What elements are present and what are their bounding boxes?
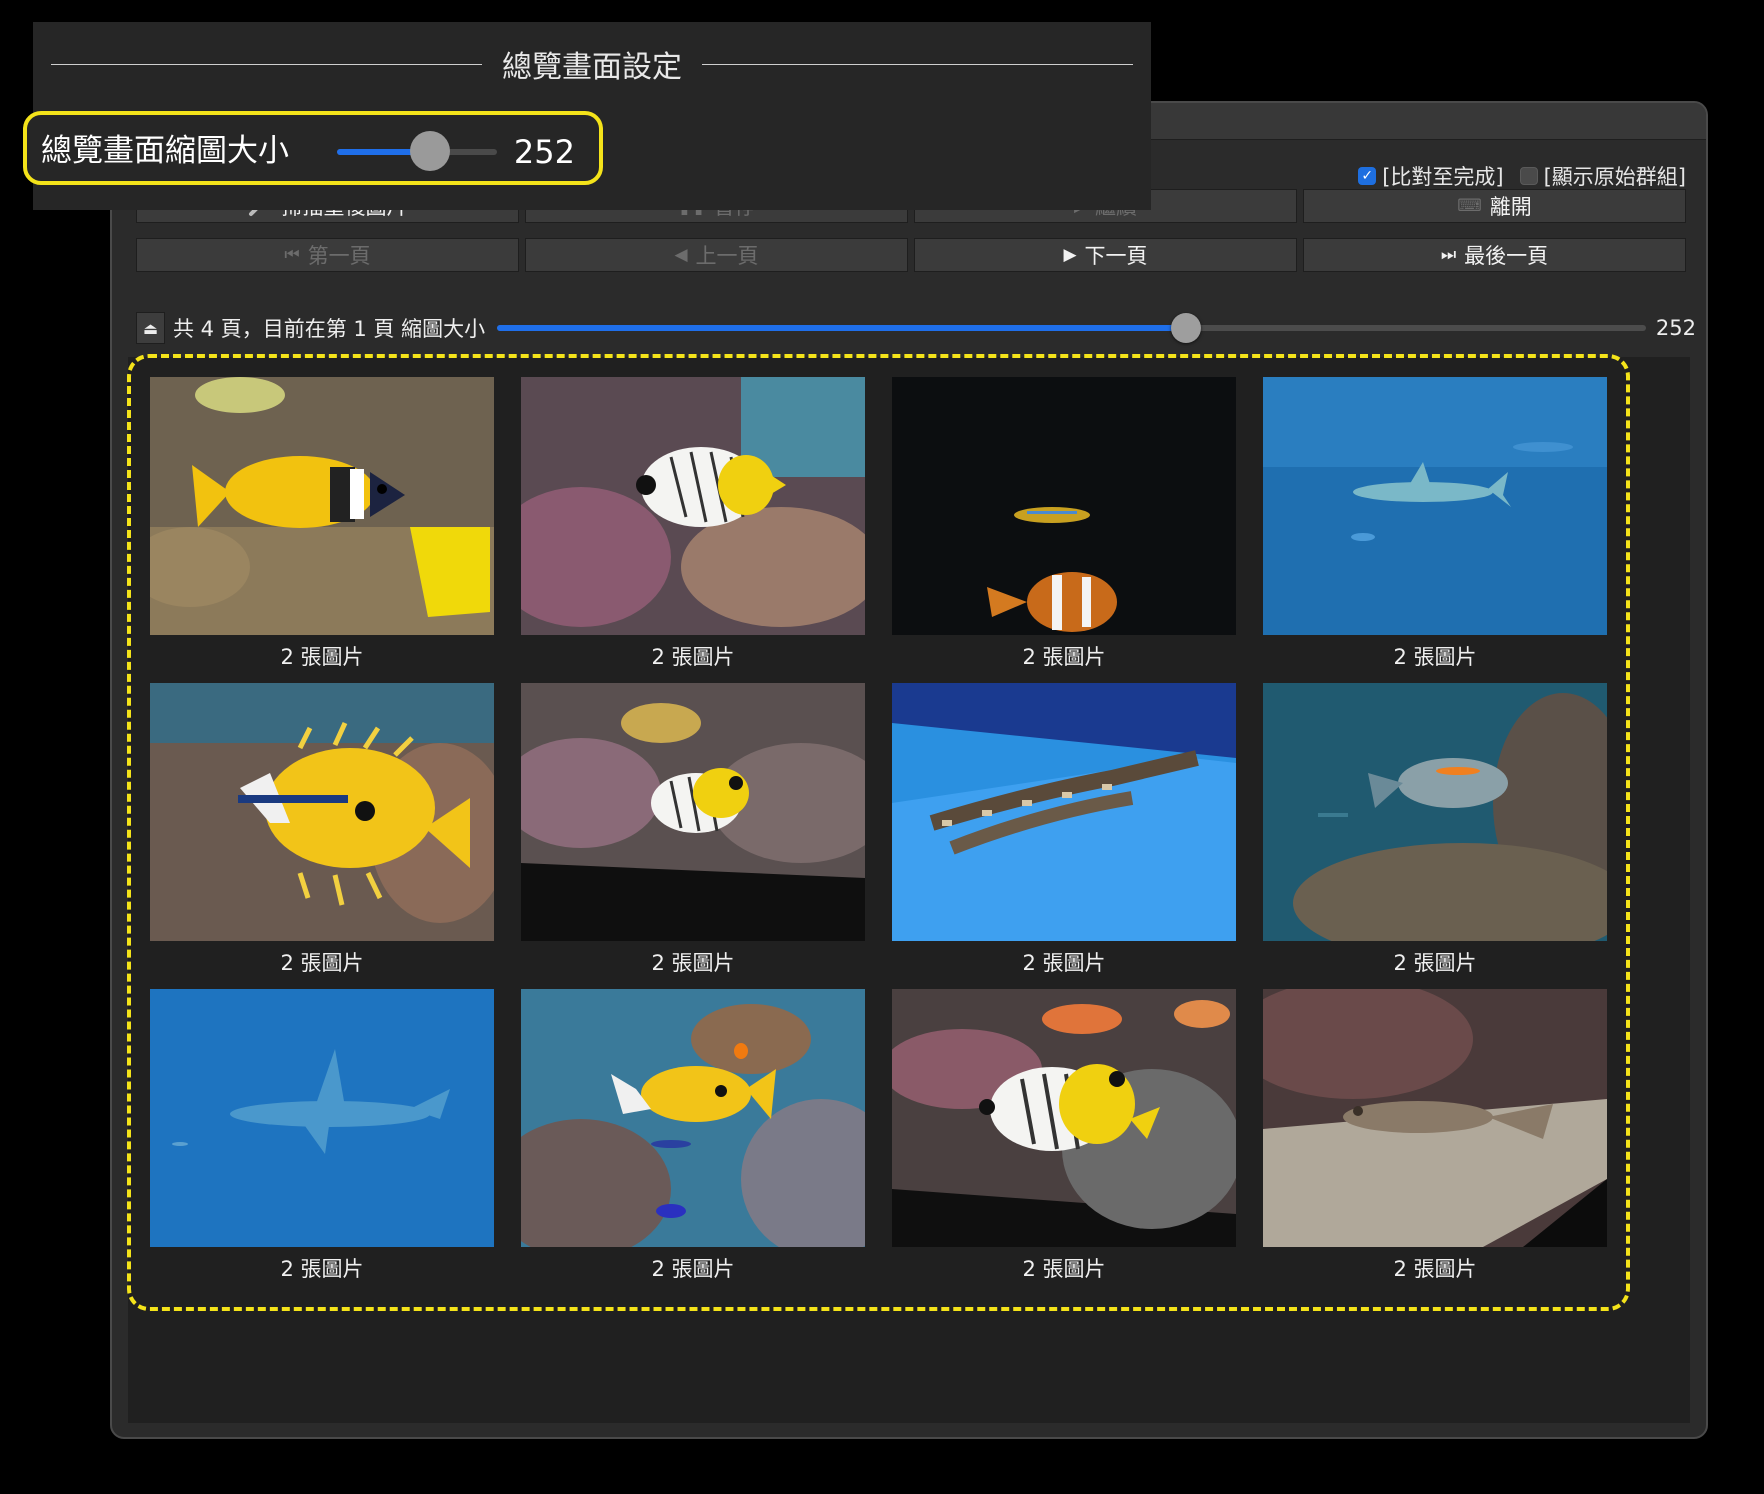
- skip-back-icon: ⏮: [284, 245, 300, 265]
- skip-forward-icon: ⏭: [1440, 245, 1457, 265]
- slider-knob[interactable]: [1171, 313, 1202, 343]
- pager-bar: ⏏ 共 4 頁，目前在第 1 頁 縮圖大小 252: [136, 309, 1696, 347]
- thumbnail-grid-highlight: [127, 354, 1630, 1311]
- thumb-size-value: 252: [1655, 316, 1696, 340]
- last-page-button[interactable]: ⏭ 最後一頁: [1303, 238, 1686, 272]
- checkbox-unchecked-icon[interactable]: [1519, 167, 1538, 185]
- slider-knob[interactable]: [409, 131, 450, 171]
- thumb-size-setting-value: 252: [513, 133, 575, 171]
- checkbox-checked-icon[interactable]: ✓: [1358, 167, 1377, 185]
- page-status: 共 4 頁，目前在第 1 頁 縮圖大小: [173, 317, 486, 341]
- thumb-size-setting-label: 總覽畫面縮圖大小: [41, 133, 289, 169]
- options-bar: ✓ [比對至完成] [顯示原始群組]: [1358, 161, 1686, 191]
- show-original-groups-label: [顯示原始群組]: [1543, 165, 1686, 189]
- settings-title: 總覽畫面設定: [502, 50, 682, 85]
- triangle-right-icon: ▶: [1063, 245, 1077, 265]
- leave-label: 離開: [1489, 195, 1532, 219]
- previous-page-button[interactable]: ◀ 上一頁: [525, 238, 908, 272]
- divider: [51, 63, 482, 65]
- leave-button[interactable]: ⌨ 離開: [1303, 189, 1686, 223]
- first-page-button[interactable]: ⏮ 第一頁: [136, 238, 519, 272]
- settings-header: 總覽畫面設定: [33, 42, 1151, 86]
- page-navigation: ⏮ 第一頁 ◀ 上一頁 ▶ 下一頁 ⏭ 最後一頁: [136, 238, 1686, 272]
- slider-fill: [497, 325, 1187, 331]
- next-page-button[interactable]: ▶ 下一頁: [914, 238, 1297, 272]
- eject-icon[interactable]: ⏏: [136, 312, 165, 344]
- thumb-size-slider[interactable]: [497, 313, 1646, 343]
- show-original-groups-checkbox[interactable]: [顯示原始群組]: [1519, 161, 1686, 191]
- exit-icon: ⌨: [1457, 196, 1482, 216]
- previous-page-label: 上一頁: [695, 244, 759, 268]
- thumb-size-setting-slider[interactable]: [337, 131, 497, 171]
- compare-until-done-label: [比對至完成]: [1382, 165, 1504, 189]
- compare-until-done-checkbox[interactable]: ✓ [比對至完成]: [1358, 161, 1504, 191]
- thumb-size-highlight: 總覽畫面縮圖大小 252: [23, 111, 603, 185]
- triangle-left-icon: ◀: [674, 245, 688, 265]
- last-page-label: 最後一頁: [1464, 244, 1549, 268]
- next-page-label: 下一頁: [1084, 244, 1148, 268]
- divider: [702, 63, 1133, 65]
- first-page-label: 第一頁: [307, 244, 371, 268]
